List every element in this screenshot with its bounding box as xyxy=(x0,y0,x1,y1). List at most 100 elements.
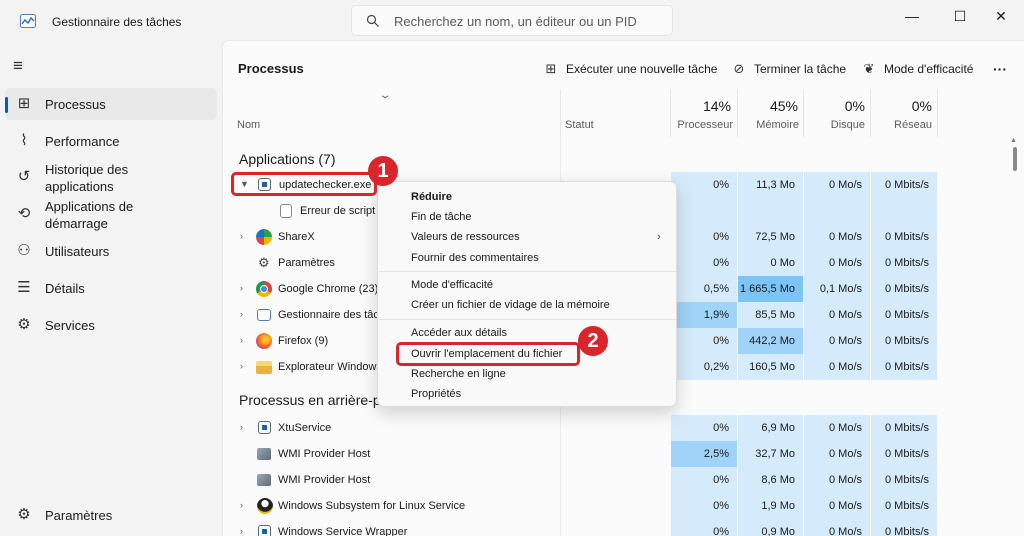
menu-item-go-to-details[interactable]: Accéder aux détails xyxy=(411,327,507,339)
search-icon xyxy=(366,14,379,27)
step-badge-2: 2 xyxy=(578,326,608,356)
sidebar-item-performance[interactable]: ⌇ Performance xyxy=(5,125,217,157)
disk-value: 0 Mo/s xyxy=(804,519,870,536)
scroll-up-arrow-icon[interactable]: ▲ xyxy=(1010,137,1017,144)
block-icon: ⊘ xyxy=(733,61,745,76)
table-row[interactable]: WMI Provider Host 0% 8,6 Mo 0 Mo/s 0 Mbi… xyxy=(223,467,1013,493)
net-value: 0 Mbits/s xyxy=(871,467,937,493)
startup-icon: ⟲ xyxy=(17,205,31,222)
column-net[interactable]: Réseau xyxy=(871,119,932,131)
cpu-value: 0% xyxy=(671,172,737,198)
menu-item-reduce[interactable]: Réduire xyxy=(411,191,452,203)
chevron-right-icon[interactable]: › xyxy=(240,335,243,345)
chevron-right-icon[interactable]: › xyxy=(240,526,243,536)
net-value: 0 Mbits/s xyxy=(871,354,937,380)
menu-item-feedback[interactable]: Fournir des commentaires xyxy=(411,252,539,264)
vertical-scrollbar[interactable] xyxy=(1013,147,1017,171)
sidebar-item-settings[interactable]: ⚙ Paramètres xyxy=(5,499,217,531)
chevron-right-icon[interactable]: › xyxy=(240,309,243,319)
cpu-value: 0,2% xyxy=(671,354,737,380)
puzzle-icon: ⚙ xyxy=(17,316,31,333)
menu-item-efficiency-mode[interactable]: Mode d'efficacité xyxy=(411,279,493,291)
sort-chevron-icon[interactable]: ⌄ xyxy=(378,90,391,101)
table-row[interactable]: › XtuService 0% 6,9 Mo 0 Mo/s 0 Mbits/s xyxy=(223,415,1013,441)
wmi-host-icon xyxy=(257,448,271,460)
sidebar-item-services[interactable]: ⚙ Services xyxy=(5,309,217,341)
table-row[interactable]: › Windows Service Wrapper 0% 0,9 Mo 0 Mo… xyxy=(223,519,1013,536)
menu-item-memory-dump[interactable]: Créer un fichier de vidage de la mémoire xyxy=(411,299,610,311)
cpu-value xyxy=(671,198,737,224)
menu-item-resource-values[interactable]: Valeurs de ressources xyxy=(411,231,520,243)
run-new-task-button[interactable]: ⊞ Exécuter une nouvelle tâche xyxy=(543,59,718,79)
mem-value: 1,9 Mo xyxy=(738,493,803,519)
process-name: Windows Subsystem for Linux Service xyxy=(278,500,466,512)
search-input[interactable] xyxy=(394,12,664,30)
menu-divider xyxy=(379,319,676,320)
process-name: WMI Provider Host xyxy=(278,448,371,460)
cpu-value: 0% xyxy=(671,328,737,354)
chevron-right-icon[interactable]: › xyxy=(240,231,243,241)
section-applications: Applications (7) xyxy=(239,151,336,167)
sidebar-item-demarrage[interactable]: ⟲ Applications de démarrage xyxy=(5,198,217,234)
process-name: Paramètres xyxy=(278,257,335,269)
process-name: Explorateur Windows xyxy=(278,361,382,373)
disk-value: 0 Mo/s xyxy=(804,441,870,467)
cpu-value: 0,5% xyxy=(671,276,737,302)
column-divider[interactable] xyxy=(937,89,938,137)
column-mem[interactable]: Mémoire xyxy=(738,119,799,131)
sidebar-item-utilisateurs[interactable]: ⚇ Utilisateurs xyxy=(5,235,217,267)
highlight-box-open-location xyxy=(396,342,580,366)
mem-value: 160,5 Mo xyxy=(738,354,803,380)
end-task-button[interactable]: ⊘ Terminer la tâche xyxy=(731,59,847,79)
chevron-right-icon[interactable]: › xyxy=(240,283,243,293)
mem-value: 85,5 Mo xyxy=(738,302,803,328)
net-value: 0 Mbits/s xyxy=(871,276,937,302)
chevron-right-icon[interactable]: › xyxy=(240,361,243,371)
table-row[interactable]: WMI Provider Host 2,5% 32,7 Mo 0 Mo/s 0 … xyxy=(223,441,1013,467)
cpu-value: 2,5% xyxy=(671,441,737,467)
disk-value xyxy=(804,198,870,224)
column-cpu[interactable]: Processeur xyxy=(671,119,733,131)
task-manager-icon xyxy=(20,14,36,28)
table-row[interactable]: › Windows Subsystem for Linux Service 0%… xyxy=(223,493,1013,519)
column-status[interactable]: Statut xyxy=(565,119,594,131)
sidebar-item-details[interactable]: ☰ Détails xyxy=(5,272,217,304)
chevron-right-icon[interactable]: › xyxy=(240,422,243,432)
mem-value: 442,2 Mo xyxy=(738,328,803,354)
net-value xyxy=(871,198,937,224)
menu-item-end-task[interactable]: Fin de tâche xyxy=(411,211,472,223)
efficiency-mode-button[interactable]: ❦ Mode d'efficacité xyxy=(861,59,974,79)
column-divider[interactable] xyxy=(560,89,561,137)
mem-value: 32,7 Mo xyxy=(738,441,803,467)
mem-value: 8,6 Mo xyxy=(738,467,803,493)
firefox-icon xyxy=(256,333,272,349)
close-button[interactable]: ✕ xyxy=(978,0,1024,32)
cpu-value: 0% xyxy=(671,224,737,250)
menu-item-properties[interactable]: Propriétés xyxy=(411,388,461,400)
column-cpu-total: 14% xyxy=(702,98,731,114)
minimize-button[interactable]: — xyxy=(889,0,935,32)
sidebar-item-processus[interactable]: ⊞ Processus xyxy=(5,88,217,120)
menu-divider xyxy=(379,271,676,272)
more-options-button[interactable]: ··· xyxy=(993,59,1007,79)
process-name: ShareX xyxy=(278,231,315,243)
chevron-right-icon[interactable]: › xyxy=(240,500,243,510)
folder-icon xyxy=(256,361,272,374)
net-value: 0 Mbits/s xyxy=(871,328,937,354)
search-box[interactable] xyxy=(351,5,673,36)
sidebar-item-historique[interactable]: ↺ Historique des applications xyxy=(5,161,217,197)
column-name[interactable]: Nom xyxy=(237,119,260,131)
maximize-button[interactable]: ☐ xyxy=(937,0,983,32)
new-task-icon: ⊞ xyxy=(545,61,557,76)
mem-value: 0,9 Mo xyxy=(738,519,803,536)
hamburger-menu-icon[interactable]: ≡ xyxy=(13,57,33,74)
cpu-value: 0% xyxy=(671,415,737,441)
menu-item-search-online[interactable]: Recherche en ligne xyxy=(411,368,506,380)
service-window-icon xyxy=(258,421,271,434)
process-name: Firefox (9) xyxy=(278,335,329,347)
history-icon: ↺ xyxy=(17,168,31,185)
service-window-icon xyxy=(258,525,271,536)
column-disk[interactable]: Disque xyxy=(804,119,865,131)
net-value: 0 Mbits/s xyxy=(871,172,937,198)
sidebar: ≡ ⊞ Processus ⌇ Performance ↺ Historique… xyxy=(0,40,222,536)
